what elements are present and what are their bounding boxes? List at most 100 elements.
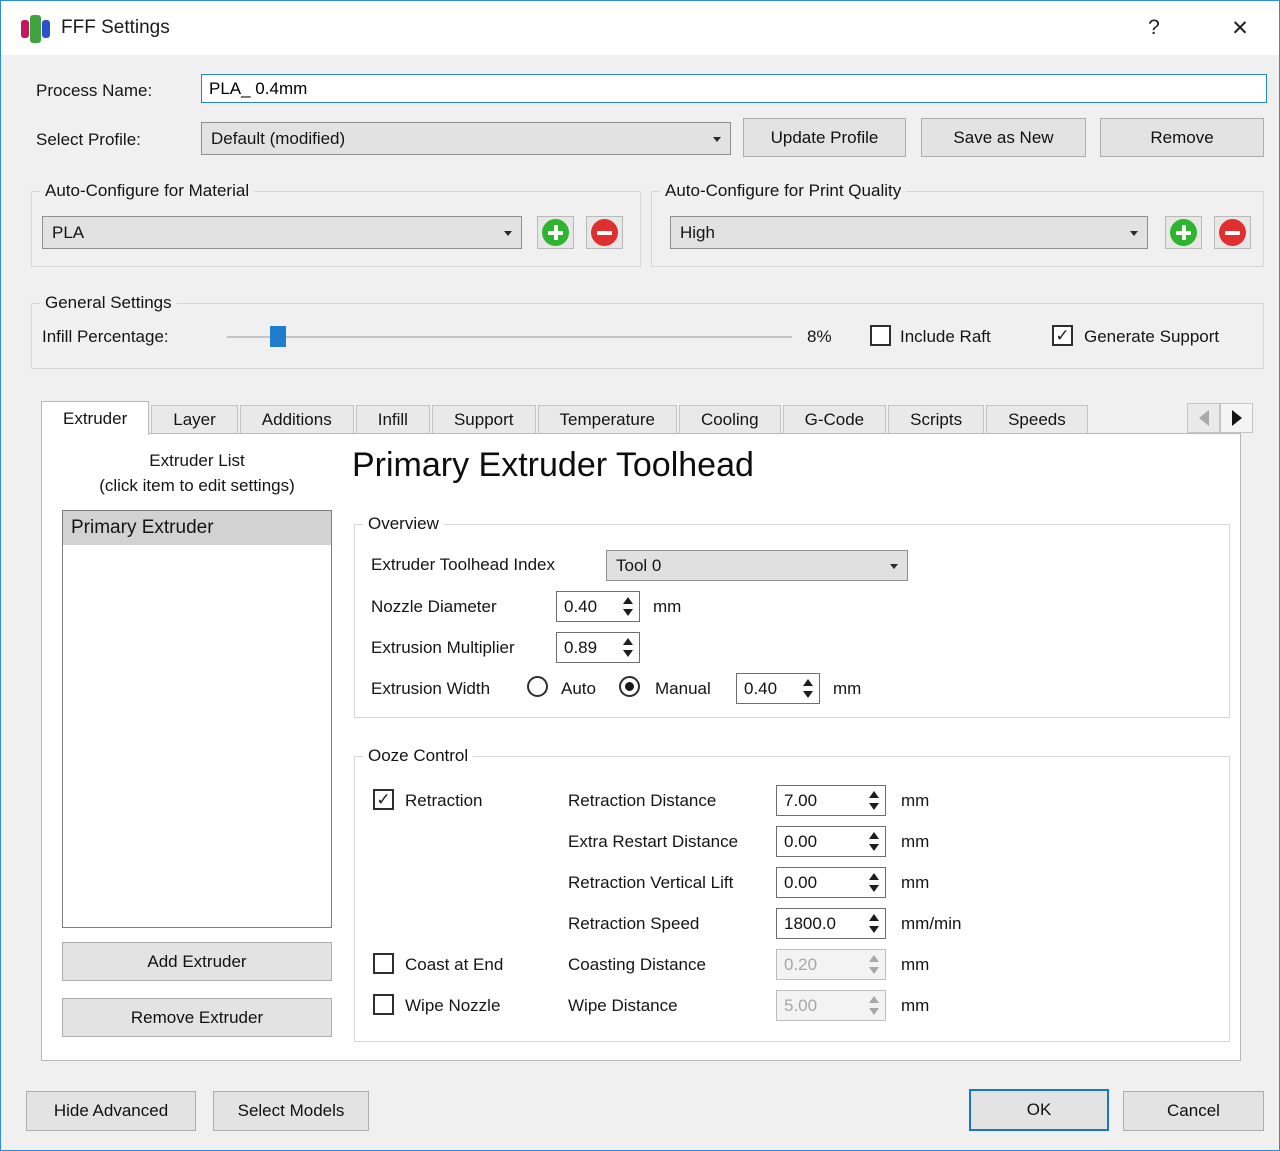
material-dropdown[interactable]: PLA [42, 216, 522, 249]
wipe-nozzle-checkbox[interactable] [373, 994, 394, 1015]
minus-icon [591, 219, 618, 246]
generate-support-checkbox[interactable] [1052, 325, 1073, 346]
wipe-distance-label: Wipe Distance [568, 996, 678, 1015]
tab-speeds[interactable]: Speeds [986, 405, 1088, 434]
extra-restart-distance-label: Extra Restart Distance [568, 832, 739, 851]
select-models-button[interactable]: Select Models [213, 1091, 369, 1131]
toolhead-index-dropdown[interactable]: Tool 0 [606, 550, 908, 581]
spin-up-icon[interactable] [623, 597, 633, 604]
spin-up-icon[interactable] [803, 679, 813, 686]
spin-down-icon[interactable] [869, 844, 879, 851]
retraction-label: Retraction [405, 791, 483, 810]
ooze-control-title: Ooze Control [363, 746, 474, 766]
hide-advanced-button[interactable]: Hide Advanced [26, 1091, 196, 1131]
nozzle-diameter-label: Nozzle Diameter [371, 597, 497, 616]
retraction-checkbox[interactable] [373, 789, 394, 810]
ok-button[interactable]: OK [969, 1089, 1109, 1131]
retraction-vertical-lift-input[interactable] [777, 868, 863, 897]
retraction-vertical-lift-unit: mm [901, 873, 930, 892]
extrusion-width-manual-radio[interactable] [619, 676, 640, 697]
coasting-distance-label: Coasting Distance [568, 955, 706, 974]
chevron-down-icon [1130, 230, 1138, 236]
help-icon[interactable]: ? [1137, 11, 1171, 45]
quality-dropdown[interactable]: High [670, 216, 1148, 249]
tab-scroll-right-button[interactable] [1220, 403, 1253, 433]
extrusion-width-input[interactable] [737, 674, 797, 703]
retraction-speed-input[interactable] [777, 909, 863, 938]
extrusion-width-auto-radio[interactable] [527, 676, 548, 697]
extra-restart-distance-input[interactable] [777, 827, 863, 856]
infill-slider-handle[interactable] [270, 326, 286, 347]
add-quality-button[interactable] [1165, 216, 1202, 249]
tab-layer[interactable]: Layer [151, 405, 238, 434]
tab-additions[interactable]: Additions [239, 405, 354, 434]
tab-scroll-left-button[interactable] [1187, 403, 1220, 433]
retraction-vertical-lift-spinner[interactable] [776, 867, 886, 898]
tab-infill[interactable]: Infill [355, 405, 430, 434]
spin-down-icon[interactable] [623, 609, 633, 616]
spin-down-icon[interactable] [623, 650, 633, 657]
process-name-input[interactable] [201, 74, 1267, 103]
extruder-list-heading: Extruder List (click item to edit settin… [62, 448, 332, 498]
spin-down-icon[interactable] [869, 885, 879, 892]
spin-up-icon[interactable] [869, 832, 879, 839]
nozzle-diameter-spinner[interactable] [556, 591, 640, 622]
spin-up-icon[interactable] [869, 873, 879, 880]
add-extruder-button[interactable]: Add Extruder [62, 942, 332, 981]
infill-percent-value: 8% [807, 327, 832, 346]
tab-extruder[interactable]: Extruder [41, 401, 150, 435]
spin-down-icon[interactable] [869, 926, 879, 933]
spin-up-icon[interactable] [623, 638, 633, 645]
minus-icon [1219, 219, 1246, 246]
wipe-distance-spinner [776, 990, 886, 1021]
spin-down-icon [869, 1008, 879, 1015]
coast-at-end-checkbox[interactable] [373, 953, 394, 974]
tab-cooling[interactable]: Cooling [678, 405, 781, 434]
chevron-down-icon [504, 230, 512, 236]
settings-tabbar: Extruder Layer Additions Infill Support … [41, 400, 1241, 435]
tab-temperature[interactable]: Temperature [537, 405, 677, 434]
tab-scripts[interactable]: Scripts [888, 405, 985, 434]
extrusion-width-manual-label: Manual [655, 679, 711, 698]
remove-profile-button[interactable]: Remove [1100, 118, 1264, 157]
cancel-button[interactable]: Cancel [1123, 1091, 1264, 1131]
extra-restart-distance-spinner[interactable] [776, 826, 886, 857]
retraction-distance-input[interactable] [777, 786, 863, 815]
retraction-distance-spinner[interactable] [776, 785, 886, 816]
retraction-speed-label: Retraction Speed [568, 914, 700, 933]
remove-quality-button[interactable] [1214, 216, 1251, 249]
include-raft-checkbox[interactable] [870, 325, 891, 346]
list-item-primary-extruder[interactable]: Primary Extruder [63, 511, 331, 545]
include-raft-label: Include Raft [900, 327, 991, 346]
retraction-speed-spinner[interactable] [776, 908, 886, 939]
spin-down-icon[interactable] [869, 803, 879, 810]
extrusion-multiplier-input[interactable] [557, 633, 617, 662]
close-icon[interactable]: ✕ [1223, 11, 1257, 45]
coasting-distance-input [777, 950, 863, 979]
fff-settings-dialog: FFF Settings ? ✕ Process Name: Select Pr… [0, 0, 1280, 1151]
remove-material-button[interactable] [586, 216, 623, 249]
infill-percentage-label: Infill Percentage: [42, 327, 169, 346]
update-profile-button[interactable]: Update Profile [743, 118, 906, 157]
profile-dropdown[interactable]: Default (modified) [201, 122, 731, 155]
add-material-button[interactable] [537, 216, 574, 249]
tab-support[interactable]: Support [431, 405, 536, 434]
tab-gcode[interactable]: G-Code [782, 405, 887, 434]
overview-title: Overview [363, 514, 444, 534]
process-name-label: Process Name: [36, 81, 153, 100]
remove-extruder-button[interactable]: Remove Extruder [62, 998, 332, 1037]
extrusion-width-unit: mm [833, 679, 862, 698]
extrusion-width-spinner[interactable] [736, 673, 820, 704]
spin-up-icon[interactable] [869, 914, 879, 921]
toolhead-index-value: Tool 0 [616, 555, 662, 575]
overview-groupbox: Overview Extruder Toolhead Index Tool 0 … [354, 514, 1230, 718]
extrusion-multiplier-spinner[interactable] [556, 632, 640, 663]
spin-up-icon[interactable] [869, 791, 879, 798]
extruder-listbox[interactable]: Primary Extruder [62, 510, 332, 928]
save-as-new-button[interactable]: Save as New [921, 118, 1086, 157]
nozzle-diameter-input[interactable] [557, 592, 617, 621]
general-settings-groupbox: General Settings Infill Percentage: 8% I… [31, 293, 1264, 369]
extrusion-multiplier-label: Extrusion Multiplier [371, 638, 515, 657]
spin-down-icon[interactable] [803, 691, 813, 698]
infill-slider-track[interactable] [227, 336, 792, 338]
